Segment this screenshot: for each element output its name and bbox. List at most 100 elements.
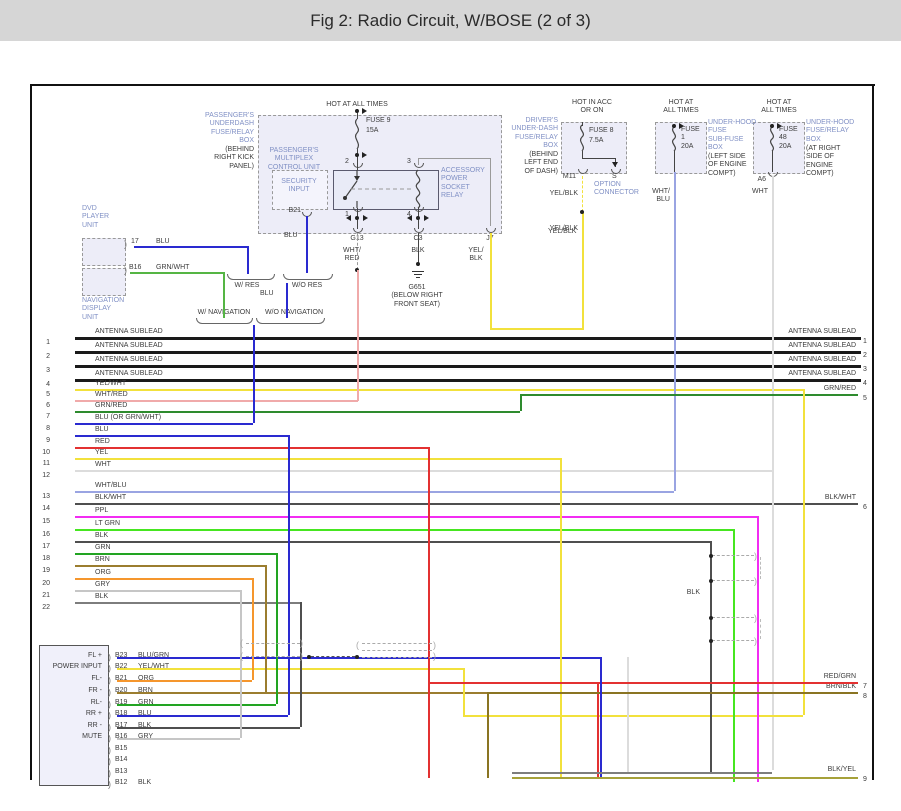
wire-segment [487, 692, 858, 694]
junction-dot [672, 124, 676, 128]
right-tap-label: BLK/YEL [766, 766, 856, 774]
right-tap-label: ANTENNA SUBLEAD [766, 342, 856, 350]
row-number: 6 [34, 402, 50, 409]
fuse1-coil [668, 127, 680, 151]
wire-row-label: WHT/RED [95, 391, 255, 399]
wire-segment [276, 553, 278, 704]
passenger-box-location: (BEHIND RIGHT KICK PANEL) [158, 146, 254, 171]
junction-dot [709, 639, 713, 643]
wire-segment [246, 643, 300, 644]
power-pin-id: B15 [115, 745, 135, 753]
wire-segment [117, 704, 276, 706]
row-number: 9 [34, 437, 50, 444]
wire-row-label: WHT/BLU [95, 482, 255, 490]
brace-wo-res [283, 274, 333, 280]
wire-segment [117, 680, 252, 682]
wire-segment [252, 578, 254, 680]
wire-row-label: RED [95, 438, 255, 446]
wire-row-label: ANTENNA SUBLEAD [95, 342, 255, 350]
power-input-function: RR + [36, 710, 102, 718]
branch-wo-navigation: W/O NAVIGATION [249, 309, 339, 317]
junction-dot [355, 216, 359, 220]
row-number: 13 [34, 493, 50, 500]
dvd-player-box [82, 238, 126, 266]
arrow-right-icon [679, 123, 684, 129]
wire-segment [674, 172, 676, 491]
wire-segment [75, 541, 710, 543]
hot-at-all-times-2: HOT AT ALL TIMES [649, 99, 713, 116]
arrow-left-icon [346, 215, 351, 221]
wire-yel-blk-3: YEL/BLK [548, 228, 582, 236]
wire-segment [428, 682, 858, 684]
wire-segment [674, 151, 675, 172]
nav-unit-label: NAVIGATION DISPLAY UNIT [82, 297, 136, 322]
wire-segment [117, 727, 300, 729]
wire-segment [75, 590, 240, 592]
wire-row-label: LT GRN [95, 520, 255, 528]
wire-row-label: BLK [95, 593, 255, 601]
right-tap-label: ANTENNA SUBLEAD [766, 356, 856, 364]
right-tap-number: 3 [863, 366, 873, 373]
wire-segment [582, 212, 584, 330]
wire-segment [803, 389, 805, 715]
power-input-function: FL + [36, 652, 102, 660]
wire-segment [512, 777, 858, 779]
wire-segment [710, 541, 712, 773]
power-input-function: MUTE [36, 733, 102, 741]
wire-row-label: YEL [95, 449, 255, 457]
wire-row-label: PPL [95, 507, 255, 515]
row-number: 2 [34, 353, 50, 360]
wire-segment [520, 394, 522, 411]
right-tap-number: 2 [863, 352, 873, 359]
wire-row-label: GRN/RED [95, 402, 255, 410]
junction-dot [355, 153, 359, 157]
wire-blu-merge: BLU [260, 290, 280, 298]
right-tap-label: ANTENNA SUBLEAD [766, 370, 856, 378]
power-pin-paren: ) [108, 653, 111, 662]
arrow-down-icon [612, 162, 618, 167]
fuse1-label: FUSE 1 20A [681, 126, 711, 151]
subfuse-box-location: (LEFT SIDE OF ENGINE COMPT) [708, 153, 763, 178]
inline-connector-paren: ) [754, 577, 757, 586]
wire-segment [733, 529, 735, 782]
wire-segment [117, 692, 487, 694]
arrow-right-icon [362, 108, 367, 114]
inline-connector-paren: ( [240, 652, 243, 661]
wire-segment [490, 328, 582, 330]
hot-in-acc-label: HOT IN ACC OR ON [552, 99, 632, 116]
inline-connector-paren: ) [754, 637, 757, 646]
power-input-function: FL- [36, 675, 102, 683]
wire-segment [75, 458, 560, 460]
fuse8-label: FUSE 8 [589, 127, 629, 135]
inline-connector-paren: ) [433, 641, 436, 650]
dvd-unit-label: DVD PLAYER UNIT [82, 205, 132, 230]
wire-segment [772, 151, 773, 172]
power-pin-wire: BLK [138, 779, 188, 787]
wire-wht-blu: WHT/ BLU [638, 188, 670, 205]
frame-left [30, 84, 32, 780]
junction-dot [355, 655, 359, 659]
subfuse-box-name: UNDER-HOOD FUSE SUB-FUSE BOX [708, 119, 763, 153]
frame-top [30, 84, 875, 86]
ground-bar-2 [414, 274, 422, 275]
fuse48-label: FUSE 48 20A [779, 126, 809, 151]
power-pin-paren: ) [108, 746, 111, 755]
inline-connector-paren: ( [240, 639, 243, 648]
wire-row-label: BLK/WHT [95, 494, 255, 502]
wire-segment [75, 516, 757, 518]
wire-segment [75, 470, 772, 472]
wire-segment [712, 640, 754, 641]
wire-segment [75, 503, 858, 505]
row-number: 12 [34, 472, 50, 479]
row-number: 5 [34, 391, 50, 398]
junction-dot [709, 579, 713, 583]
wire-segment [760, 619, 761, 639]
navigation-display-box [82, 268, 126, 296]
wire-segment [311, 656, 355, 657]
row-number: 1 [34, 339, 50, 346]
wire-segment [582, 158, 615, 159]
relay-pin3: 3 [404, 158, 414, 166]
power-pin-paren: ) [108, 757, 111, 766]
row-number: 16 [34, 531, 50, 538]
power-input-function: POWER INPUT [36, 663, 102, 671]
